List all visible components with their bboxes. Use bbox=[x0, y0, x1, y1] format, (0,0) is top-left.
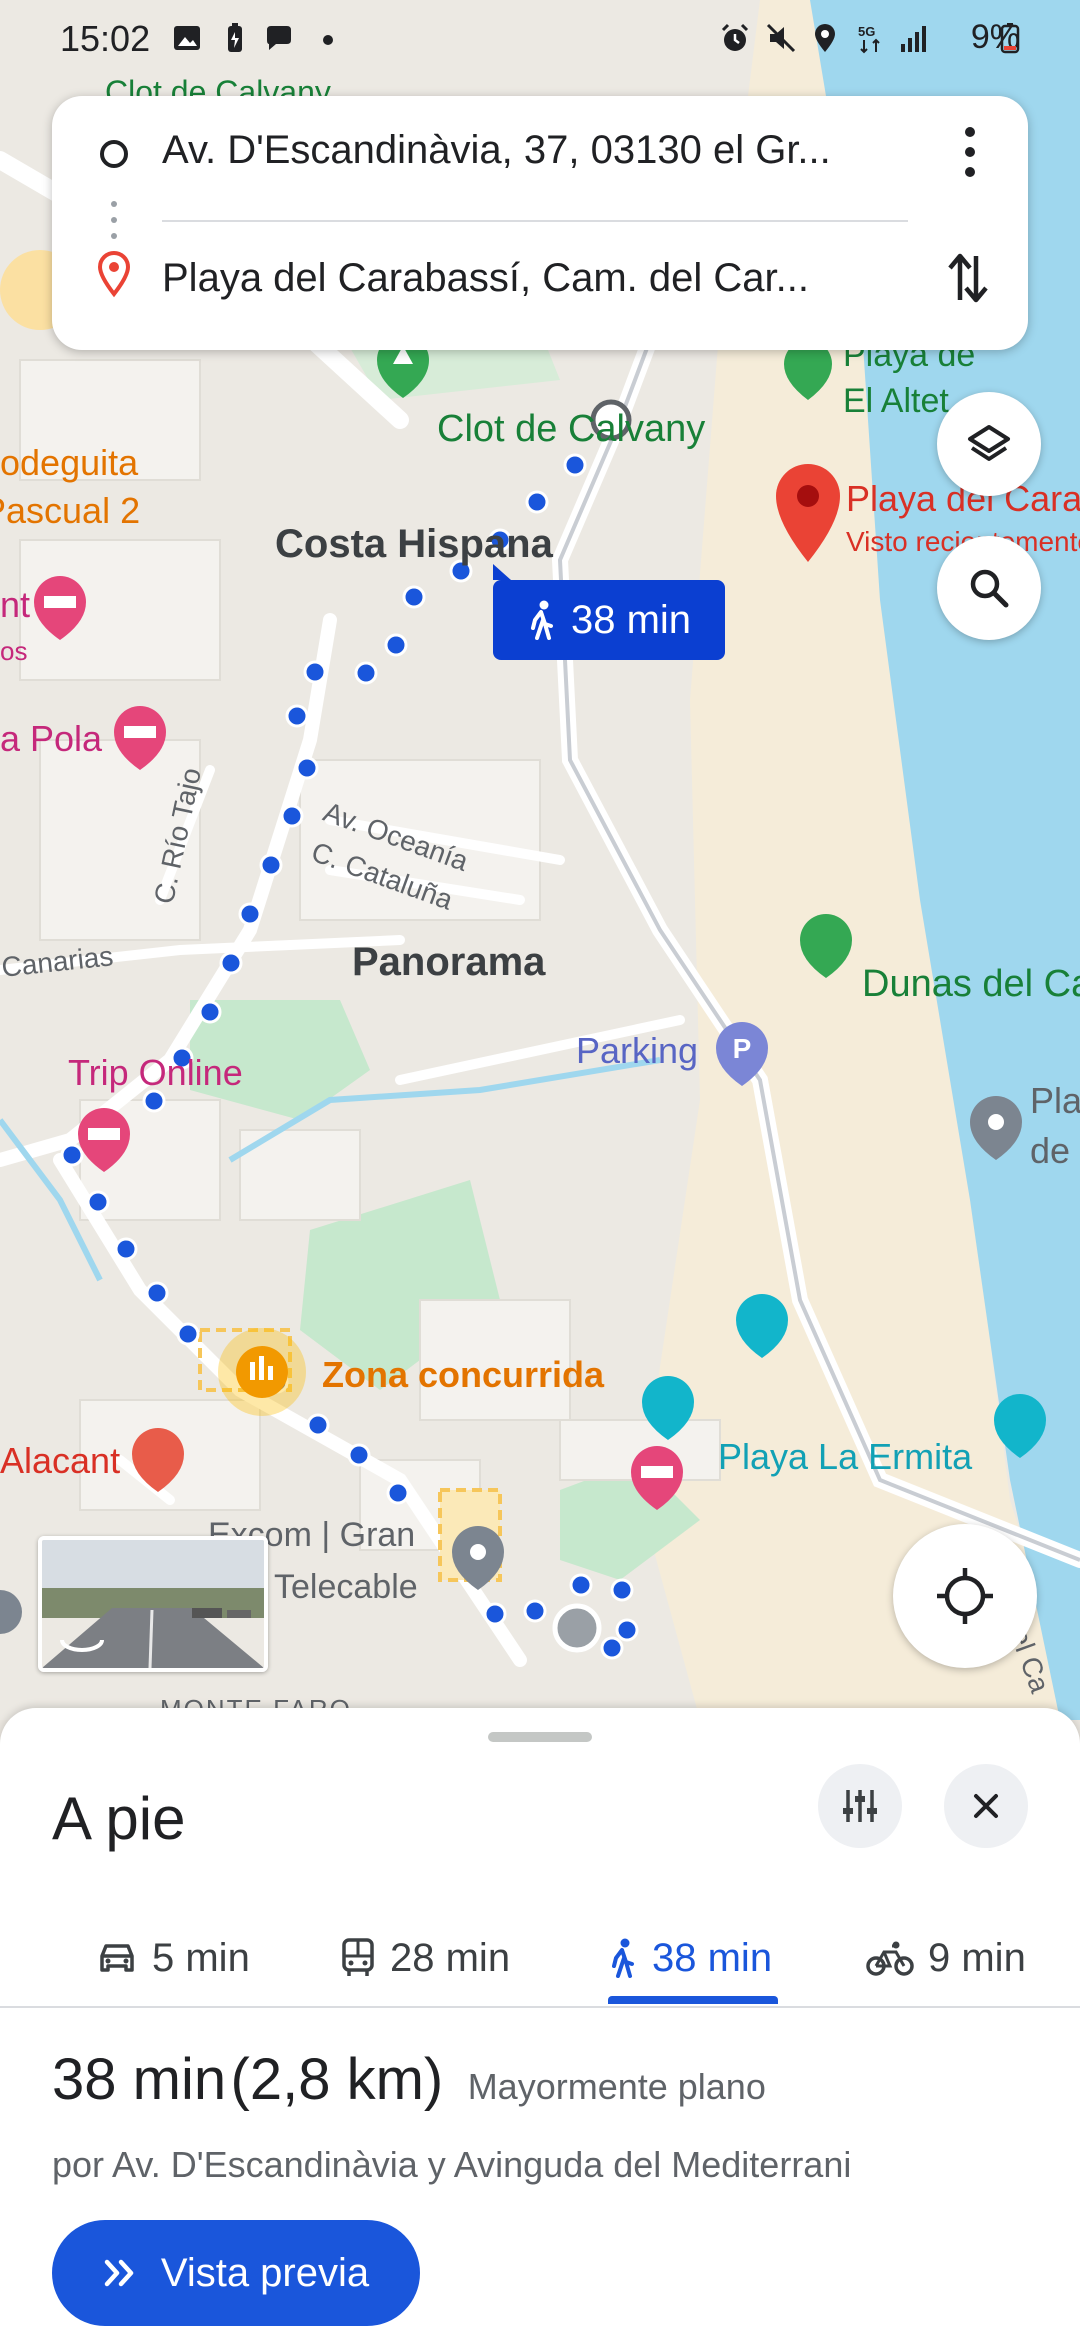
map-label-de: de bbox=[1030, 1130, 1071, 1171]
map-label-costa-hispana: Costa Hispana bbox=[275, 522, 553, 566]
map-label-la-pola[interactable]: a Pola bbox=[0, 718, 102, 760]
park-pin-icon bbox=[800, 914, 852, 978]
tab-driving[interactable]: 5 min bbox=[96, 1908, 250, 2008]
map-label-os: os bbox=[0, 636, 28, 666]
car-icon bbox=[100, 1944, 134, 1972]
map-label-dunas[interactable]: Dunas del Ca bbox=[862, 963, 1080, 1006]
destination-pin-icon bbox=[776, 464, 840, 562]
bus-icon bbox=[342, 1938, 374, 1976]
search-button[interactable] bbox=[937, 536, 1041, 640]
route-options-button[interactable] bbox=[818, 1764, 902, 1848]
map-label-clot-de-calvany[interactable]: Clot de Calvany bbox=[437, 408, 705, 451]
preview-button[interactable]: Vista previa bbox=[52, 2220, 420, 2326]
map-label-playa-altet-2: El Altet bbox=[843, 382, 949, 420]
destination-pin-icon bbox=[97, 251, 131, 298]
walk-icon bbox=[530, 600, 553, 640]
crosshair-icon bbox=[937, 1568, 993, 1624]
route-eta-chip[interactable]: 38 min bbox=[493, 564, 725, 660]
double-chevron-icon bbox=[104, 2259, 134, 2287]
image-icon bbox=[174, 26, 200, 50]
active-tab-indicator bbox=[608, 1996, 778, 2004]
svg-text:5G: 5G bbox=[858, 24, 875, 39]
route-duration: 38 min bbox=[52, 2047, 227, 2112]
mute-icon bbox=[766, 23, 796, 53]
map-label-trip-online[interactable]: Trip Online bbox=[68, 1052, 243, 1094]
close-button[interactable] bbox=[944, 1764, 1028, 1848]
alarm-icon bbox=[721, 23, 749, 51]
street-view-image bbox=[42, 1540, 264, 1668]
hotel-pin-icon bbox=[78, 1108, 130, 1172]
street-view-thumbnail[interactable] bbox=[38, 1536, 268, 1672]
route-summary: 38 min (2,8 km) Mayormente plano bbox=[52, 2046, 766, 2113]
battery-icon bbox=[1000, 23, 1020, 54]
status-time: 15:02 bbox=[60, 18, 151, 59]
place-pin-icon bbox=[970, 1096, 1022, 1160]
route-distance: (2,8 km) bbox=[230, 2047, 444, 2112]
destination-text[interactable]: Playa del Carabassí, Cam. del Car... bbox=[162, 256, 809, 301]
store-pin-icon bbox=[132, 1428, 184, 1492]
map-label-playa-ermita[interactable]: Playa La Ermita bbox=[718, 1436, 972, 1478]
tune-icon bbox=[843, 1790, 877, 1822]
map-label-nt: nt bbox=[0, 584, 31, 625]
svg-text:P: P bbox=[733, 1033, 752, 1064]
walk-icon bbox=[612, 1938, 634, 1978]
camera-pin-icon bbox=[994, 1394, 1046, 1458]
search-icon bbox=[970, 569, 1009, 608]
place-pin-icon bbox=[452, 1526, 504, 1590]
status-bar: 15:02 5G 9% bbox=[0, 0, 1080, 80]
travel-mode-tabs: 5 min 28 min 38 min 9 min bbox=[0, 1908, 1080, 2008]
bike-icon bbox=[866, 1941, 914, 1976]
map-label-panorama: Panorama bbox=[352, 940, 546, 984]
hotel-pin-icon bbox=[34, 576, 86, 640]
route-via: por Av. D'Escandinàvia y Avinguda del Me… bbox=[52, 2144, 852, 2185]
tab-transit[interactable]: 28 min bbox=[340, 1908, 510, 2008]
battery-saver-icon bbox=[228, 23, 242, 52]
signal-icon bbox=[901, 26, 926, 52]
tab-driving-label: 5 min bbox=[152, 1935, 250, 1980]
map-label-zona-concurrida[interactable]: Zona concurrida bbox=[322, 1354, 604, 1396]
drag-handle[interactable] bbox=[488, 1732, 592, 1742]
hotel-pin-icon bbox=[631, 1446, 683, 1510]
preview-button-label: Vista previa bbox=[160, 2250, 370, 2295]
tab-walking-label: 38 min bbox=[652, 1935, 773, 1980]
dot-icon bbox=[323, 35, 333, 45]
map-label-alacant[interactable]: Alacant bbox=[0, 1440, 120, 1482]
more-options-icon[interactable] bbox=[960, 124, 980, 180]
parking-pin-icon: P bbox=[716, 1022, 768, 1086]
tab-transit-label: 28 min bbox=[390, 1935, 511, 1980]
chat-icon bbox=[267, 26, 291, 50]
route-card: Av. D'Escandinàvia, 37, 03130 el Gr... P… bbox=[52, 96, 1028, 350]
layers-icon bbox=[968, 425, 1010, 461]
route-terrain: Mayormente plano bbox=[467, 2066, 766, 2107]
card-divider bbox=[162, 220, 908, 222]
map-label-pascual: Pascual 2 bbox=[0, 490, 141, 531]
map-label-bodeguita[interactable]: Bodeguita bbox=[0, 442, 138, 484]
hotel-pin-icon bbox=[114, 706, 166, 770]
tab-walking[interactable]: 38 min bbox=[608, 1908, 772, 2008]
location-icon bbox=[815, 24, 835, 52]
busy-zone-icon bbox=[218, 1328, 306, 1416]
my-location-button[interactable] bbox=[893, 1524, 1037, 1668]
layers-button[interactable] bbox=[937, 392, 1041, 496]
monument-pin-icon bbox=[736, 1294, 788, 1358]
5g-icon: 5G bbox=[858, 24, 880, 54]
tab-cycling-label: 9 min bbox=[928, 1935, 1026, 1980]
map-label-telecable: Telecable bbox=[274, 1568, 418, 1606]
map-label-pla: Pla bbox=[1030, 1080, 1080, 1121]
map-label-parking[interactable]: Parking bbox=[576, 1030, 698, 1072]
tab-cycling[interactable]: 9 min bbox=[866, 1908, 1026, 2008]
origin-text[interactable]: Av. D'Escandinàvia, 37, 03130 el Gr... bbox=[162, 128, 831, 173]
swap-directions-icon[interactable] bbox=[944, 248, 992, 308]
directions-bottom-sheet: A pie 5 min 28 min 38 min 9 min 38 min (… bbox=[0, 1708, 1080, 2340]
origin-row[interactable]: Av. D'Escandinàvia, 37, 03130 el Gr... bbox=[52, 96, 1028, 206]
location-marker-icon bbox=[0, 1590, 22, 1634]
eta-chip-label: 38 min bbox=[570, 597, 692, 642]
origin-circle-icon bbox=[100, 140, 128, 168]
sheet-title: A pie bbox=[52, 1785, 186, 1852]
monument-pin-icon bbox=[642, 1376, 694, 1440]
close-icon bbox=[974, 1794, 998, 1818]
destination-row[interactable]: Playa del Carabassí, Cam. del Car... bbox=[52, 224, 1028, 334]
